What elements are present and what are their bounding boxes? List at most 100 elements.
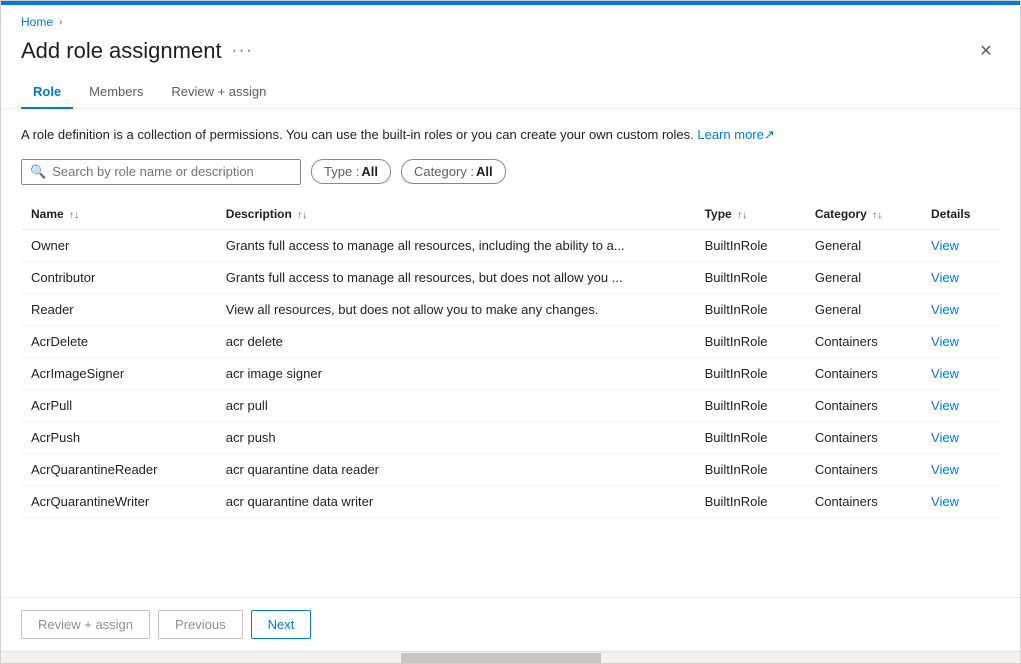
cell-view-1[interactable]: View — [921, 261, 1000, 293]
page-title-text: Add role assignment — [21, 38, 222, 64]
cell-category-6: Containers — [805, 421, 921, 453]
main-window: Home › Add role assignment ··· ✕ Role Me… — [0, 0, 1021, 664]
breadcrumb-home-link[interactable]: Home — [21, 15, 53, 29]
cell-category-4: Containers — [805, 357, 921, 389]
type-filter-pill[interactable]: Type : All — [311, 159, 391, 184]
cell-name-6: AcrPush — [21, 421, 216, 453]
table-row[interactable]: Reader View all resources, but does not … — [21, 293, 1000, 325]
cell-view-2[interactable]: View — [921, 293, 1000, 325]
next-button[interactable]: Next — [251, 610, 312, 639]
cell-desc-1: Grants full access to manage all resourc… — [216, 261, 695, 293]
table-row[interactable]: AcrPull acr pull BuiltInRole Containers … — [21, 389, 1000, 421]
cell-desc-5: acr pull — [216, 389, 695, 421]
cell-view-6[interactable]: View — [921, 421, 1000, 453]
table-header-row: Name ↑↓ Description ↑↓ Type ↑↓ Categor — [21, 199, 1000, 230]
search-input[interactable] — [52, 164, 292, 179]
header-row: Add role assignment ··· ✕ — [1, 33, 1020, 75]
page-title: Add role assignment ··· — [21, 38, 254, 64]
content-area: A role definition is a collection of per… — [1, 109, 1020, 597]
cell-category-5: Containers — [805, 389, 921, 421]
view-link-8[interactable]: View — [931, 494, 959, 509]
cell-view-3[interactable]: View — [921, 325, 1000, 357]
review-assign-button[interactable]: Review + assign — [21, 610, 150, 639]
table-row[interactable]: Owner Grants full access to manage all r… — [21, 229, 1000, 261]
category-filter-value: All — [476, 164, 493, 179]
cell-desc-2: View all resources, but does not allow y… — [216, 293, 695, 325]
search-icon: 🔍 — [30, 164, 46, 180]
view-link-6[interactable]: View — [931, 430, 959, 445]
cell-view-5[interactable]: View — [921, 389, 1000, 421]
col-header-type[interactable]: Type ↑↓ — [695, 199, 805, 230]
breadcrumb-chevron-icon: › — [59, 17, 62, 28]
view-link-5[interactable]: View — [931, 398, 959, 413]
table-row[interactable]: AcrQuarantineReader acr quarantine data … — [21, 453, 1000, 485]
cell-name-2: Reader — [21, 293, 216, 325]
cell-view-8[interactable]: View — [921, 485, 1000, 517]
tab-review-assign[interactable]: Review + assign — [159, 76, 278, 109]
cell-type-6: BuiltInRole — [695, 421, 805, 453]
close-button[interactable]: ✕ — [972, 37, 1000, 65]
type-filter-label: Type : — [324, 164, 359, 179]
cell-name-5: AcrPull — [21, 389, 216, 421]
cell-view-7[interactable]: View — [921, 453, 1000, 485]
table-row[interactable]: AcrPush acr push BuiltInRole Containers … — [21, 421, 1000, 453]
view-link-2[interactable]: View — [931, 302, 959, 317]
cell-category-1: General — [805, 261, 921, 293]
roles-table: Name ↑↓ Description ↑↓ Type ↑↓ Categor — [21, 199, 1000, 518]
previous-button[interactable]: Previous — [158, 610, 243, 639]
bottom-scrollbar-thumb — [401, 653, 601, 663]
cell-name-7: AcrQuarantineReader — [21, 453, 216, 485]
cell-name-8: AcrQuarantineWriter — [21, 485, 216, 517]
view-link-4[interactable]: View — [931, 366, 959, 381]
view-link-3[interactable]: View — [931, 334, 959, 349]
name-sort-icon: ↑↓ — [69, 210, 79, 221]
bottom-scrollbar[interactable] — [1, 651, 1020, 663]
tab-role[interactable]: Role — [21, 76, 73, 109]
ellipsis-button[interactable]: ··· — [232, 42, 254, 60]
category-filter-pill[interactable]: Category : All — [401, 159, 506, 184]
cell-desc-3: acr delete — [216, 325, 695, 357]
cell-type-8: BuiltInRole — [695, 485, 805, 517]
cell-desc-6: acr push — [216, 421, 695, 453]
view-link-7[interactable]: View — [931, 462, 959, 477]
cell-category-8: Containers — [805, 485, 921, 517]
cell-category-7: Containers — [805, 453, 921, 485]
tab-members[interactable]: Members — [77, 76, 155, 109]
category-sort-icon: ↑↓ — [872, 210, 882, 221]
cell-category-0: General — [805, 229, 921, 261]
cell-type-1: BuiltInRole — [695, 261, 805, 293]
description-text: A role definition is a collection of per… — [21, 125, 1000, 145]
cell-name-3: AcrDelete — [21, 325, 216, 357]
cell-type-3: BuiltInRole — [695, 325, 805, 357]
cell-view-0[interactable]: View — [921, 229, 1000, 261]
table-row[interactable]: AcrDelete acr delete BuiltInRole Contain… — [21, 325, 1000, 357]
col-header-name[interactable]: Name ↑↓ — [21, 199, 216, 230]
cell-category-2: General — [805, 293, 921, 325]
tabs-bar: Role Members Review + assign — [1, 75, 1020, 109]
view-link-1[interactable]: View — [931, 270, 959, 285]
cell-type-0: BuiltInRole — [695, 229, 805, 261]
col-header-description[interactable]: Description ↑↓ — [216, 199, 695, 230]
cell-desc-4: acr image signer — [216, 357, 695, 389]
cell-type-4: BuiltInRole — [695, 357, 805, 389]
table-row[interactable]: AcrImageSigner acr image signer BuiltInR… — [21, 357, 1000, 389]
cell-type-2: BuiltInRole — [695, 293, 805, 325]
search-box[interactable]: 🔍 — [21, 159, 301, 185]
cell-type-7: BuiltInRole — [695, 453, 805, 485]
table-row[interactable]: Contributor Grants full access to manage… — [21, 261, 1000, 293]
cell-desc-7: acr quarantine data reader — [216, 453, 695, 485]
cell-desc-0: Grants full access to manage all resourc… — [216, 229, 695, 261]
col-header-category[interactable]: Category ↑↓ — [805, 199, 921, 230]
cell-type-5: BuiltInRole — [695, 389, 805, 421]
cell-name-4: AcrImageSigner — [21, 357, 216, 389]
learn-more-link[interactable]: Learn more↗ — [697, 127, 774, 142]
roles-table-container: Name ↑↓ Description ↑↓ Type ↑↓ Categor — [21, 199, 1000, 582]
table-row[interactable]: AcrQuarantineWriter acr quarantine data … — [21, 485, 1000, 517]
view-link-0[interactable]: View — [931, 238, 959, 253]
description-sort-icon: ↑↓ — [297, 210, 307, 221]
cell-view-4[interactable]: View — [921, 357, 1000, 389]
cell-desc-8: acr quarantine data writer — [216, 485, 695, 517]
table-body: Owner Grants full access to manage all r… — [21, 229, 1000, 517]
col-header-details: Details — [921, 199, 1000, 230]
cell-category-3: Containers — [805, 325, 921, 357]
